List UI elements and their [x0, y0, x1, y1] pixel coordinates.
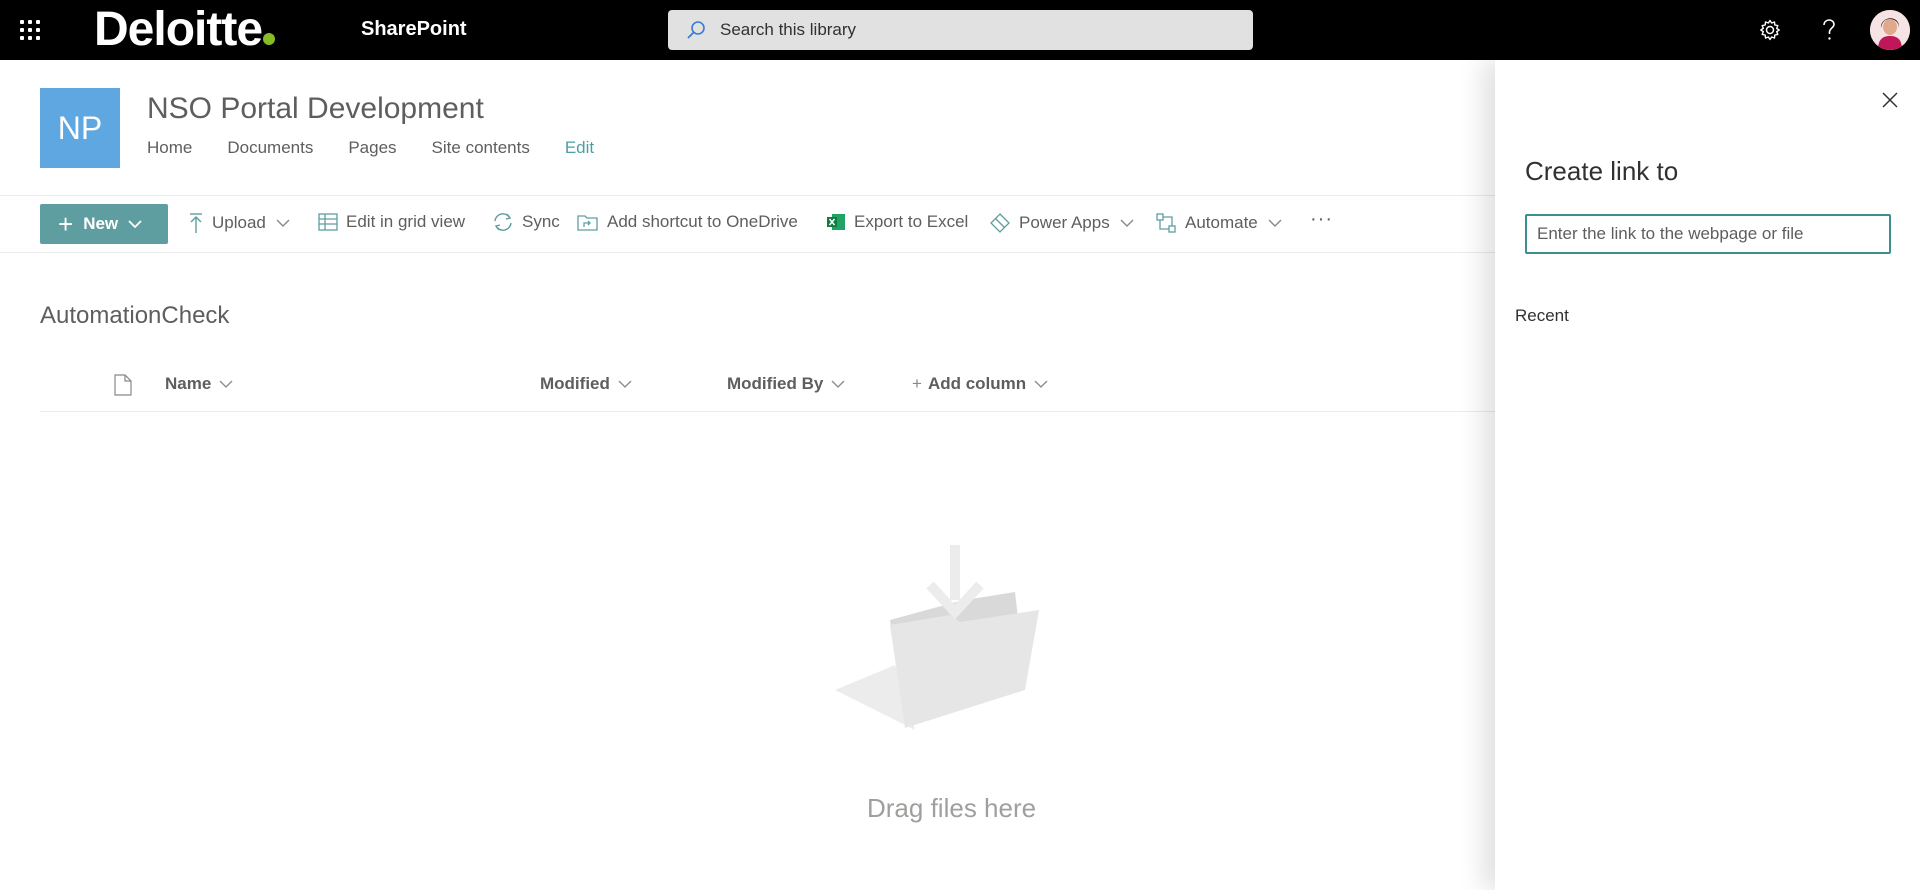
search-placeholder: Search this library: [720, 20, 857, 39]
chevron-down-icon: [1120, 219, 1134, 227]
app-name-link[interactable]: SharePoint: [361, 18, 467, 41]
chevron-down-icon: [618, 380, 632, 388]
library-title: AutomationCheck: [40, 302, 230, 329]
empty-state-text: Drag files here: [867, 793, 1037, 823]
add-shortcut-button[interactable]: Add shortcut to OneDrive: [577, 212, 798, 232]
automate-button[interactable]: Automate: [1155, 212, 1290, 234]
file-type-column-header[interactable]: [114, 374, 132, 396]
edit-grid-view-button[interactable]: Edit in grid view: [318, 212, 465, 232]
shortcut-icon: [577, 215, 598, 231]
commandbar-divider: [0, 252, 1495, 253]
upload-icon: [190, 213, 202, 233]
automate-label: Automate: [1185, 213, 1258, 232]
modified-by-column-label: Modified By: [727, 374, 824, 393]
create-link-panel: Create link to Recent: [1495, 60, 1920, 890]
excel-icon: [827, 214, 845, 230]
nav-edit[interactable]: Edit: [565, 138, 594, 158]
chevron-down-icon: [831, 380, 845, 388]
export-excel-button[interactable]: Export to Excel: [826, 212, 968, 232]
sync-button[interactable]: Sync: [492, 212, 560, 232]
empty-folder-illustration: [835, 545, 1039, 730]
link-url-input[interactable]: [1525, 214, 1891, 254]
search-box[interactable]: Search this library: [668, 10, 1253, 50]
close-icon[interactable]: [1878, 88, 1902, 112]
sync-icon: [494, 213, 512, 231]
panel-title: Create link to: [1525, 156, 1679, 186]
power-apps-icon: [990, 213, 1010, 233]
nav-site-contents[interactable]: Site contents: [432, 138, 530, 158]
app-launcher-icon[interactable]: [18, 18, 42, 42]
chevron-down-icon: [276, 219, 290, 227]
new-button-label: New: [83, 214, 119, 233]
site-title[interactable]: NSO Portal Development: [147, 92, 484, 126]
automate-icon: [1156, 213, 1176, 233]
suite-bar: Deloitte SharePoint Search this library: [0, 0, 1920, 60]
power-apps-button[interactable]: Power Apps: [989, 212, 1142, 234]
chevron-down-icon: [219, 380, 233, 388]
brand-logo[interactable]: Deloitte: [94, 2, 276, 58]
chevron-down-icon: [128, 220, 142, 229]
chevron-down-icon: [1268, 219, 1282, 227]
modified-column-label: Modified: [540, 374, 610, 393]
nav-pages[interactable]: Pages: [348, 138, 396, 158]
nav-documents[interactable]: Documents: [227, 138, 313, 158]
settings-gear-icon[interactable]: [1752, 12, 1788, 48]
add-column-label: Add column: [927, 374, 1027, 393]
modified-by-column-header[interactable]: Modified By: [727, 374, 845, 394]
command-bar: + New Upload Edit in grid view Sync Add …: [0, 196, 1495, 252]
upload-button[interactable]: Upload: [188, 212, 298, 234]
upload-label: Upload: [212, 213, 266, 232]
site-logo[interactable]: NP: [40, 88, 120, 168]
grid-icon: [318, 213, 338, 231]
column-header-divider: [40, 411, 1495, 412]
recent-heading: Recent: [1515, 306, 1569, 325]
name-column-header[interactable]: Name: [165, 374, 233, 394]
edit-grid-view-label: Edit in grid view: [346, 212, 466, 231]
help-icon[interactable]: [1811, 12, 1847, 48]
user-avatar[interactable]: [1870, 10, 1910, 50]
nav-home[interactable]: Home: [147, 138, 192, 158]
add-column-header[interactable]: + Add column: [912, 374, 1048, 394]
modified-column-header[interactable]: Modified: [540, 374, 632, 394]
sync-label: Sync: [522, 212, 560, 231]
plus-icon: +: [58, 209, 74, 239]
brand-dot: [263, 33, 276, 45]
search-icon: [687, 21, 705, 39]
file-icon: [114, 374, 132, 396]
add-shortcut-label: Add shortcut to OneDrive: [607, 212, 798, 231]
site-navigation: Home Documents Pages Site contents Edit: [147, 138, 629, 158]
power-apps-label: Power Apps: [1019, 213, 1110, 232]
name-column-label: Name: [165, 374, 212, 393]
export-excel-label: Export to Excel: [854, 212, 969, 231]
plus-icon: +: [912, 374, 922, 393]
more-options-button[interactable]: ···: [1310, 208, 1333, 231]
new-button[interactable]: + New: [40, 204, 168, 244]
chevron-down-icon: [1034, 380, 1048, 388]
